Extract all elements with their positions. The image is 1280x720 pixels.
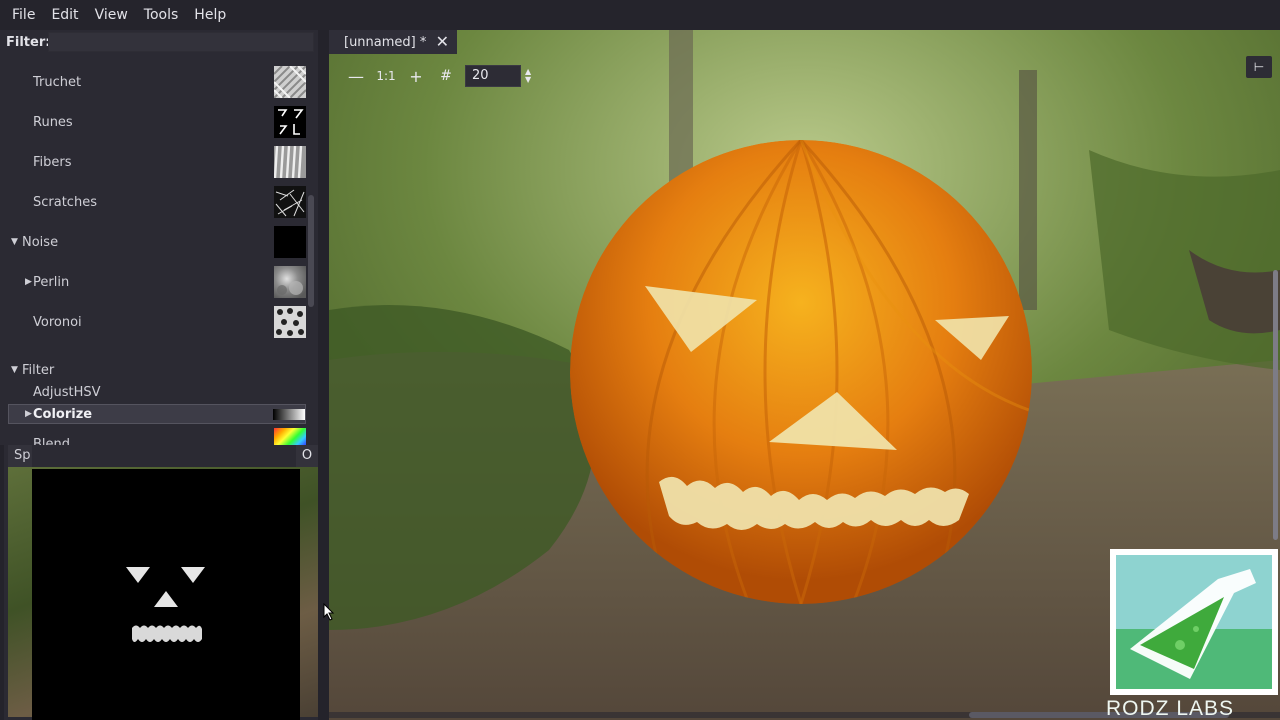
collapsed-arrow-icon[interactable]: ▶ [25,277,32,287]
library-item-fibers[interactable]: Fibers [8,146,306,178]
gradient-thumbnail-icon [273,409,305,420]
preview-panel: Sp O [4,445,318,720]
document-tab-title: [unnamed] * [344,34,427,50]
zoom-reset-icon[interactable]: 1:1 [371,65,401,87]
library-item-voronoi[interactable]: Voronoi [8,306,306,338]
library-item-runes[interactable]: Runes [8,106,306,138]
pumpkin-face-mask-icon [126,567,205,642]
library-item-label: Noise [22,234,59,250]
expanded-arrow-icon[interactable]: ▼ [11,237,18,247]
viewport-toolbar: — 1:1 + # 20 ▲ ▼ [341,64,531,88]
zoom-in-icon[interactable]: + [401,65,431,87]
truchet-thumbnail-icon [274,66,306,98]
expanded-arrow-icon[interactable]: ▼ [11,365,18,375]
filter-row: Filter: [0,30,318,54]
library-item-scratches[interactable]: Scratches [8,186,306,218]
menu-tools[interactable]: Tools [136,7,187,23]
library-item-colorize[interactable]: ▶ Colorize [8,404,306,424]
fibers-thumbnail-icon [274,146,306,178]
library-item-adjusthsv[interactable]: AdjustHSV [8,382,306,402]
zoom-out-icon[interactable]: — [341,65,371,87]
scratches-thumbnail-icon [274,186,306,218]
filter-input[interactable] [48,32,314,52]
node-library-panel: Filter: Truchet Runes Fibers Scratches ▼… [0,30,318,460]
library-item-label: Fibers [33,154,72,170]
noise-thumbnail-icon [274,226,306,258]
runes-thumbnail-icon [274,106,306,138]
library-category-noise[interactable]: ▼ Noise [8,226,306,258]
preview-background [8,467,318,720]
perlin-thumbnail-icon [274,266,306,298]
close-icon[interactable]: ✕ [436,32,449,51]
mouse-cursor-icon [323,603,335,621]
library-category-filter[interactable]: ▼ Filter [8,360,306,380]
library-item-label: Voronoi [33,314,82,330]
spinner-arrows-icon[interactable]: ▲ ▼ [525,68,531,84]
library-item-label: Truchet [33,74,82,90]
document-tab[interactable]: [unnamed] * ✕ [329,30,457,54]
preview-2d-canvas[interactable] [32,469,300,720]
menu-help[interactable]: Help [186,7,234,23]
dock-toggle-icon[interactable]: ⊢ [1246,56,1272,78]
zoom-value-input[interactable]: 20 [465,65,521,87]
library-item-label: Scratches [33,194,97,210]
preview-tab[interactable]: Sp [8,445,32,467]
library-item-truchet[interactable]: Truchet [8,66,306,98]
menu-edit[interactable]: Edit [43,7,86,23]
library-tree: Truchet Runes Fibers Scratches ▼ Noise ▶… [8,60,308,462]
library-item-label: AdjustHSV [33,384,101,400]
viewport-vertical-scrollbar[interactable] [1273,270,1278,540]
grid-snap-icon[interactable]: # [431,65,461,87]
library-item-label: Perlin [33,274,70,290]
watermark-logo: RODZ LABS [1106,549,1278,720]
library-item-label: Filter [22,362,55,378]
preview-tab-right[interactable]: O [296,445,318,467]
watermark-text: RODZ LABS [1106,697,1235,720]
filter-label: Filter: [6,34,51,50]
library-item-label: Colorize [33,406,93,422]
collapsed-arrow-icon[interactable]: ▶ [25,409,32,419]
library-item-label: Runes [33,114,73,130]
menu-bar: File Edit View Tools Help [0,0,1280,30]
flask-logo-icon [1110,549,1278,695]
voronoi-thumbnail-icon [274,306,306,338]
menu-view[interactable]: View [87,7,136,23]
library-item-perlin[interactable]: ▶ Perlin [8,266,306,298]
menu-file[interactable]: File [4,7,43,23]
library-scrollbar[interactable] [308,195,314,307]
